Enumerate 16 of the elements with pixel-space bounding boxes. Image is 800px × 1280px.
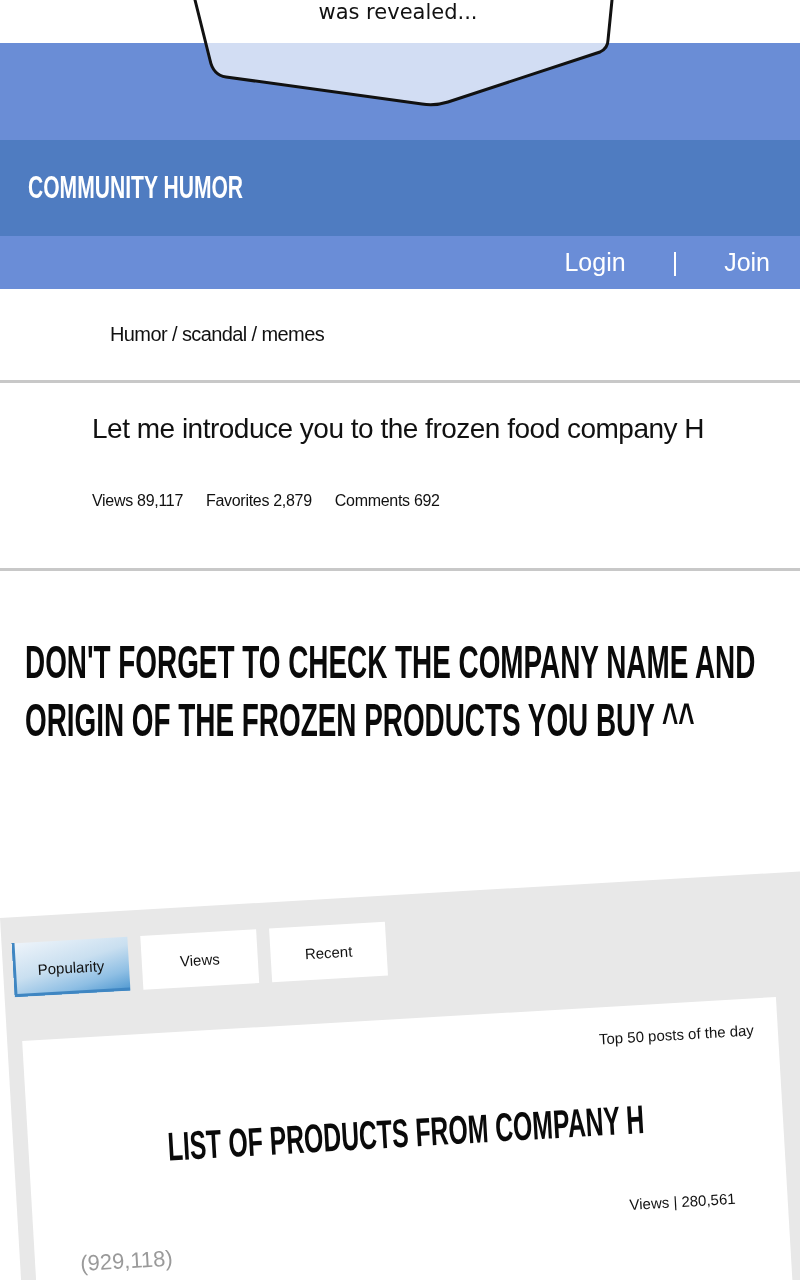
tab[interactable]: Popularity	[11, 936, 131, 998]
view-count: Views | 280,561	[629, 1189, 737, 1214]
tab[interactable]: Views	[140, 929, 260, 990]
list-heading: LIST OF PRODUCTS FROM COMPANY H	[166, 1097, 646, 1169]
list-entry: (929,118)	[79, 1247, 174, 1275]
caption-text: DON'T FORGET TO CHECK THE COMPANY NAME AND ORIGIN OF THE FROZEN PRODUCTS YOU BUY ^^	[25, 635, 757, 748]
posts-subtitle: Top 50 posts of the day	[598, 1021, 755, 1049]
post-title: Let me introduce you to the frozen food company H	[92, 413, 705, 445]
tab[interactable]: Recent	[269, 921, 388, 983]
post-stat: Views 89,117	[92, 491, 183, 511]
post-stat: Favorites 2,879	[206, 491, 312, 511]
breadcrumb: Humor / scandal / memes	[110, 323, 325, 346]
post-stat: Comments 692	[334, 491, 440, 511]
site-title: COMMUNITY HUMOR	[28, 170, 244, 206]
bubble-text: was revealed...	[318, 0, 478, 24]
nav-separator: |	[671, 248, 679, 277]
